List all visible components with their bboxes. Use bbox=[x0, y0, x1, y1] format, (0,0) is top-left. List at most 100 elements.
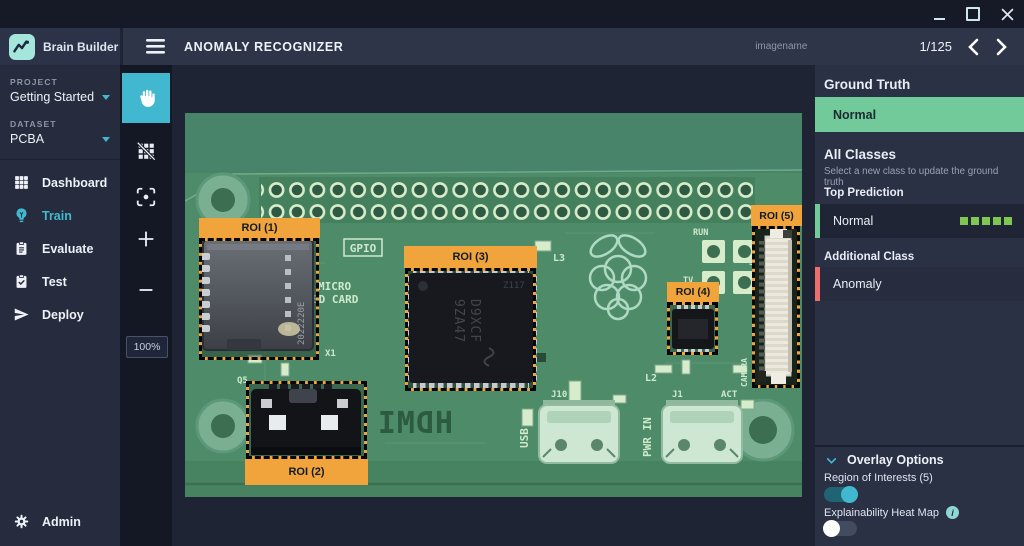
svg-text:X1: X1 bbox=[325, 349, 336, 359]
roi-region-4[interactable] bbox=[667, 302, 718, 355]
app-window: Brain Builder ANOMALY RECOGNIZER imagena… bbox=[0, 0, 1024, 546]
dashboard-grid-icon bbox=[13, 174, 30, 191]
overlay-options-header[interactable]: Overlay Options bbox=[825, 453, 944, 467]
prev-image-button[interactable] bbox=[967, 38, 980, 56]
roi-label-3: ROI (3) bbox=[404, 246, 537, 268]
maximize-button[interactable] bbox=[964, 5, 982, 23]
sidebar-item-test[interactable]: Test bbox=[0, 265, 120, 298]
chevron-right-icon bbox=[995, 38, 1008, 56]
info-icon[interactable] bbox=[946, 506, 959, 519]
roi-label-4: ROI (4) bbox=[667, 282, 719, 302]
next-image-button[interactable] bbox=[995, 38, 1008, 56]
class-row-anomaly[interactable]: Anomaly bbox=[815, 267, 1024, 301]
roi-toggle[interactable] bbox=[824, 487, 857, 502]
sidebar-divider bbox=[0, 159, 120, 160]
toggle-knob bbox=[841, 486, 858, 503]
class-color-bar bbox=[815, 267, 820, 301]
chevron-down-icon bbox=[102, 137, 110, 142]
roi-toggle-label: Region of Interests (5) bbox=[824, 472, 933, 484]
all-classes-subtitle: Select a new class to update the ground … bbox=[824, 166, 1020, 188]
hand-icon bbox=[135, 87, 157, 109]
app-brand[interactable]: Brain Builder bbox=[0, 28, 120, 65]
sidebar-item-label: Test bbox=[42, 275, 67, 289]
roi-label-5: ROI (5) bbox=[751, 205, 802, 226]
menu-button[interactable] bbox=[146, 39, 165, 54]
sidebar-item-train[interactable]: Train bbox=[0, 199, 120, 232]
inspector-panel: Ground Truth Normal All Classes Select a… bbox=[815, 65, 1024, 546]
svg-text:USB: USB bbox=[518, 428, 531, 448]
clipboard-icon bbox=[13, 240, 30, 257]
ground-truth-value[interactable]: Normal bbox=[815, 97, 1024, 132]
project-selector[interactable]: PROJECT Getting Started bbox=[0, 65, 120, 104]
usb-port bbox=[539, 400, 619, 463]
roi-region-2[interactable] bbox=[246, 381, 367, 459]
svg-text:L3: L3 bbox=[553, 253, 565, 264]
sidebar-item-evaluate[interactable]: Evaluate bbox=[0, 232, 120, 265]
close-icon bbox=[1001, 8, 1014, 21]
zoom-in-button[interactable] bbox=[122, 217, 170, 261]
chevron-down-icon bbox=[102, 95, 110, 100]
center-focus-icon bbox=[135, 186, 157, 208]
app-name: Brain Builder bbox=[43, 40, 118, 54]
roi-region-3[interactable] bbox=[405, 268, 536, 391]
roi-region-5[interactable] bbox=[752, 226, 800, 388]
image-name-label: imagename bbox=[755, 41, 807, 52]
svg-text:L2: L2 bbox=[645, 373, 657, 384]
topbar: ANOMALY RECOGNIZER imagename 1/125 bbox=[123, 28, 1024, 65]
clipboard-check-icon bbox=[13, 273, 30, 290]
sidebar-item-admin[interactable]: Admin bbox=[0, 505, 133, 538]
additional-class-label: Additional Class bbox=[824, 251, 914, 263]
sidebar-item-deploy[interactable]: Deploy bbox=[0, 298, 120, 331]
close-button[interactable] bbox=[998, 5, 1016, 23]
sidebar-item-label: Dashboard bbox=[42, 176, 107, 190]
pcb-image: GPIO MICRO SD CARD L3 L2 Q5 X1 J12 J10 J… bbox=[185, 113, 802, 497]
window-titlebar bbox=[0, 0, 1024, 28]
zoom-out-button[interactable] bbox=[122, 268, 170, 312]
heatmap-toggle-label: Explainability Heat Map bbox=[824, 507, 939, 519]
image-canvas[interactable]: GPIO MICRO SD CARD L3 L2 Q5 X1 J12 J10 J… bbox=[172, 65, 815, 546]
svg-text:ACT: ACT bbox=[721, 390, 738, 400]
canvas-toolbar: 100% bbox=[120, 65, 172, 546]
toggle-knob bbox=[823, 520, 840, 537]
svg-text:J10: J10 bbox=[551, 390, 567, 400]
pagination-counter: 1/125 bbox=[919, 39, 952, 54]
minimize-button[interactable] bbox=[930, 5, 948, 23]
ground-truth-class: Normal bbox=[833, 108, 876, 122]
sidebar-item-label: Evaluate bbox=[42, 242, 93, 256]
all-classes-title: All Classes bbox=[824, 147, 896, 162]
page-title: ANOMALY RECOGNIZER bbox=[184, 40, 343, 54]
dataset-label: DATASET bbox=[10, 119, 110, 129]
gear-icon bbox=[13, 513, 30, 530]
top-prediction-label: Top Prediction bbox=[824, 187, 904, 199]
power-port bbox=[662, 400, 742, 463]
heatmap-toggle[interactable] bbox=[824, 521, 857, 536]
hand-tool-button[interactable] bbox=[122, 73, 170, 123]
project-label: PROJECT bbox=[10, 77, 110, 87]
sidebar: PROJECT Getting Started DATASET PCBA Das… bbox=[0, 65, 120, 546]
class-name: Anomaly bbox=[833, 277, 882, 291]
plus-icon bbox=[135, 228, 157, 250]
heatmap-grid-tool-button[interactable] bbox=[122, 129, 170, 173]
svg-text:GPIO: GPIO bbox=[350, 242, 377, 255]
center-focus-tool-button[interactable] bbox=[122, 175, 170, 219]
class-name: Normal bbox=[833, 214, 873, 228]
class-row-normal[interactable]: Normal bbox=[815, 204, 1024, 238]
svg-text:HDMI: HDMI bbox=[377, 406, 453, 441]
svg-text:RUN: RUN bbox=[693, 228, 708, 238]
send-icon bbox=[13, 306, 30, 323]
roi-region-1[interactable] bbox=[199, 238, 319, 360]
hamburger-icon bbox=[146, 39, 165, 54]
svg-text:SD CARD: SD CARD bbox=[312, 293, 359, 306]
confidence-squares bbox=[960, 217, 1012, 225]
zoom-level-indicator: 100% bbox=[126, 336, 168, 358]
lightbulb-icon bbox=[13, 207, 30, 224]
project-value: Getting Started bbox=[10, 90, 94, 104]
dataset-value: PCBA bbox=[10, 132, 44, 146]
maximize-icon bbox=[966, 7, 980, 21]
svg-text:PWR IN: PWR IN bbox=[641, 417, 654, 457]
chevron-left-icon bbox=[967, 38, 980, 56]
sidebar-item-dashboard[interactable]: Dashboard bbox=[0, 166, 120, 199]
grid-slash-icon bbox=[135, 140, 157, 162]
sidebar-item-label: Admin bbox=[42, 515, 81, 529]
dataset-selector[interactable]: DATASET PCBA bbox=[0, 104, 120, 146]
